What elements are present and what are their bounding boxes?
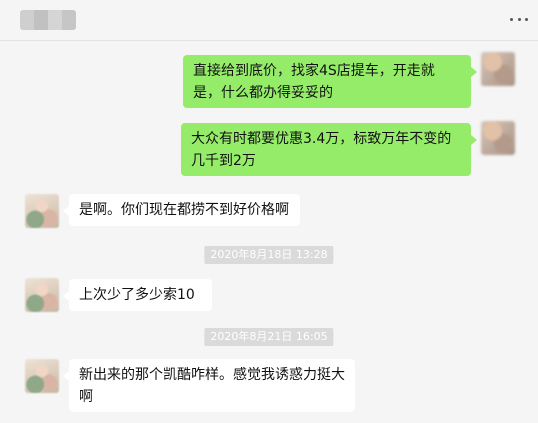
- message-bubble-received[interactable]: 是啊。你们现在都捞不到好价格啊: [63, 194, 300, 226]
- message-bubble-received[interactable]: 新出来的那个凯酷咋样。感觉我诱惑力挺大啊: [63, 359, 355, 412]
- message-timestamp: 2020年8月21日 16:05: [204, 328, 334, 346]
- message-bubble-received[interactable]: 上次少了多少索10: [63, 279, 212, 311]
- message-timestamp: 2020年8月18日 13:28: [204, 246, 334, 264]
- chat-header: [0, 0, 538, 41]
- contact-avatar[interactable]: [25, 359, 59, 393]
- contact-name-blurred: [20, 10, 76, 30]
- more-horizontal-icon[interactable]: [510, 16, 528, 22]
- message-bubble-sent[interactable]: 大众有时都要优惠3.4万，标致万年不变的几千到2万: [181, 123, 477, 176]
- contact-avatar[interactable]: [25, 194, 59, 228]
- message-bubble-sent[interactable]: 直接给到底价，找家4S店提车，开走就是，什么都办得妥妥的: [183, 55, 477, 108]
- self-avatar[interactable]: [481, 121, 515, 155]
- self-avatar[interactable]: [481, 52, 515, 86]
- contact-avatar[interactable]: [25, 278, 59, 312]
